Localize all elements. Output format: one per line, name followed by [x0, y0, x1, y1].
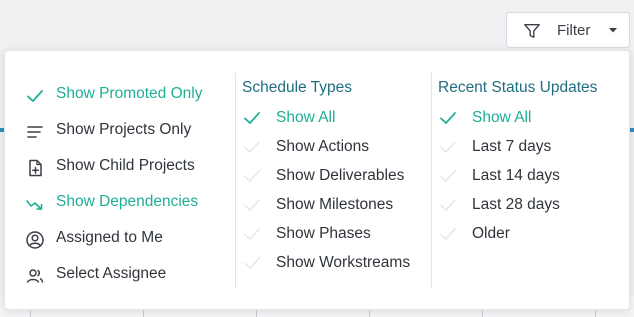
check-icon [438, 195, 458, 215]
filter-button[interactable]: Filter [506, 12, 630, 48]
check-icon [25, 84, 45, 104]
recent_status_updates-option-last-7-days[interactable]: Last 7 days [438, 132, 597, 161]
recent_status_updates-option-older[interactable]: Older [438, 219, 597, 248]
schedule_types-option-label: Show Workstreams [276, 254, 411, 271]
dependency-arrow-icon [25, 192, 45, 212]
schedule_types-option-label: Show Actions [276, 138, 370, 155]
schedule_types-option-show-all[interactable]: Show All [242, 103, 352, 132]
check-icon [438, 108, 458, 128]
schedule-types-section: Schedule Types Show All Show Actions Show … [242, 77, 410, 277]
schedule_types-option-show-phases[interactable]: Show Phases [242, 219, 371, 248]
schedule_types-option-show-milestones[interactable]: Show Milestones [242, 190, 393, 219]
list-lines-icon [25, 120, 45, 140]
recent_status_updates-option-label: Last 7 days [472, 138, 552, 155]
view-option-label: Select Assignee [56, 265, 167, 282]
filter-dropdown-panel: Show Promoted Only Show Projects Only Show… [4, 50, 630, 310]
recent_status_updates-option-label: Last 14 days [472, 167, 560, 184]
view-option-label: Show Dependencies [56, 193, 199, 210]
recent_status_updates-option-last-14-days[interactable]: Last 14 days [438, 161, 597, 190]
check-icon [242, 195, 262, 215]
document-add-icon [25, 156, 45, 177]
check-icon [242, 253, 262, 273]
recent-status-heading: Recent Status Updates [438, 79, 598, 96]
check-icon [438, 137, 458, 157]
recent_status_updates-option-label: Older [472, 225, 510, 242]
column-divider [431, 73, 432, 289]
check-icon [242, 224, 262, 244]
recent-status-section: Recent Status Updates Show All Last 7 day… [438, 77, 597, 248]
view-option-label: Show Projects Only [56, 121, 192, 138]
funnel-icon [524, 24, 540, 38]
schedule_types-option-label: Show Phases [276, 225, 371, 242]
user-circle-icon [25, 228, 45, 249]
view-option-label: Show Promoted Only [56, 85, 203, 102]
check-icon [438, 224, 458, 244]
recent_status_updates-option-last-28-days[interactable]: Last 28 days [438, 190, 597, 219]
schedule_types-option-show-workstreams[interactable]: Show Workstreams [242, 248, 410, 277]
users-icon [25, 264, 45, 284]
schedule_types-option-label: Show All [276, 109, 336, 126]
schedule_types-option-label: Show Deliverables [276, 167, 405, 184]
recent_status_updates-option-label: Last 28 days [472, 196, 560, 213]
filter-button-label: Filter [557, 22, 591, 39]
schedule_types-option-label: Show Milestones [276, 196, 394, 213]
schedule_types-option-show-actions[interactable]: Show Actions [242, 132, 369, 161]
schedule-types-list: Show All Show Actions Show Deliverables Sho… [242, 103, 410, 277]
caret-down-icon [609, 28, 617, 33]
check-icon [438, 166, 458, 186]
recent-status-list: Show All Last 7 days Last 14 days Last 28 d… [438, 103, 597, 248]
recent_status_updates-option-show-all[interactable]: Show All [438, 103, 597, 132]
schedule-types-heading: Schedule Types [242, 79, 353, 96]
schedule_types-option-show-deliverables[interactable]: Show Deliverables [242, 161, 404, 190]
view-option-label: Assigned to Me [56, 229, 163, 246]
column-divider [235, 73, 236, 289]
view-option-label: Show Child Projects [56, 157, 195, 174]
check-icon [242, 108, 262, 128]
check-icon [242, 137, 262, 157]
check-icon [242, 166, 262, 186]
recent_status_updates-option-label: Show All [472, 109, 532, 126]
